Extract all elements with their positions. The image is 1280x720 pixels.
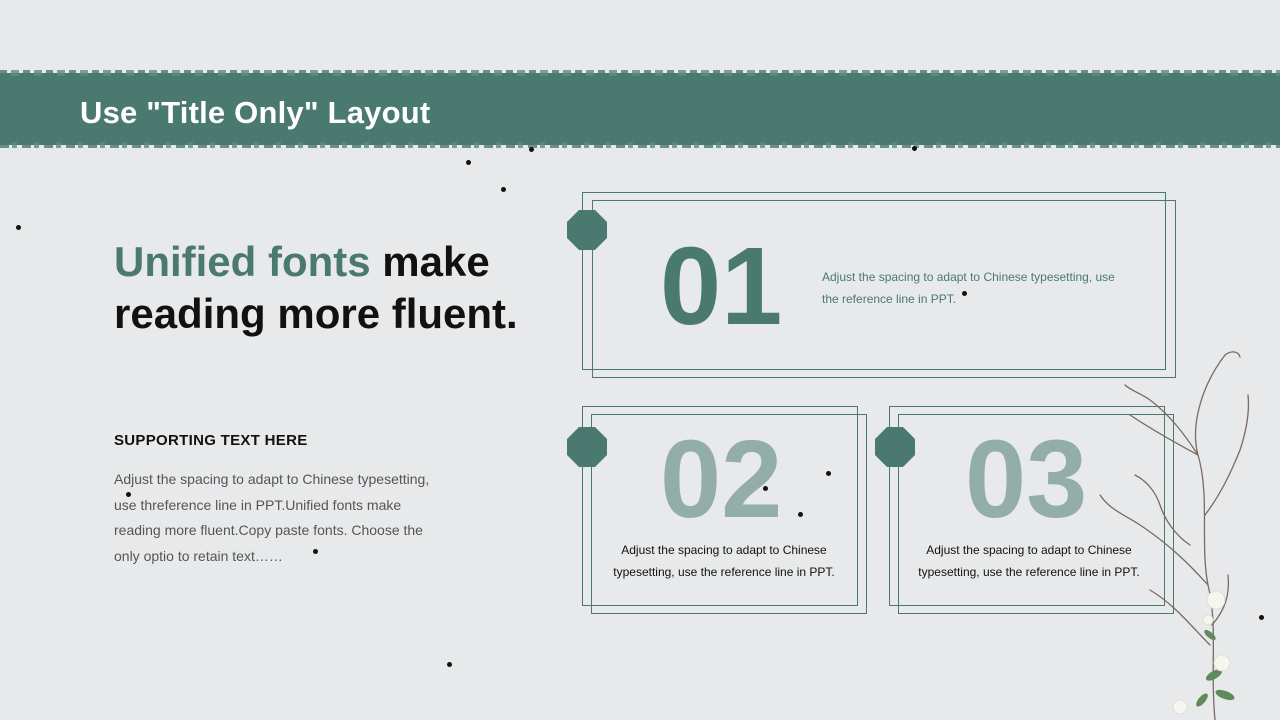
supporting-title: SUPPORTING TEXT HERE (114, 432, 308, 449)
dot (16, 225, 21, 230)
dot (912, 146, 917, 151)
dot (798, 512, 803, 517)
dot (501, 187, 506, 192)
dot (962, 291, 967, 296)
title-banner: Use "Title Only" Layout (0, 70, 1280, 148)
dot (529, 147, 534, 152)
headline: Unified fonts make reading more fluent. (114, 236, 518, 340)
headline-line2: reading more fluent. (114, 290, 518, 337)
card-02-octagon-icon (567, 427, 607, 467)
card-01-number: 01 (660, 225, 783, 348)
card-03-number: 03 (965, 418, 1088, 541)
dot (763, 486, 768, 491)
card-01-octagon-icon (567, 210, 607, 250)
dot (466, 160, 471, 165)
card-03-octagon-icon (875, 427, 915, 467)
slide-title: Use "Title Only" Layout (80, 95, 431, 130)
headline-accent: Unified fonts (114, 238, 371, 285)
card-02-text: Adjust the spacing to adapt to Chinese t… (613, 543, 835, 579)
dot (826, 471, 831, 476)
card-02-number: 02 (660, 418, 783, 541)
dot (313, 549, 318, 554)
dot (126, 492, 131, 497)
headline-rest: make (370, 238, 490, 285)
supporting-body: Adjust the spacing to adapt to Chinese t… (114, 471, 430, 564)
branch-flower-icon (1099, 351, 1250, 720)
dot (447, 662, 452, 667)
card-01-text: Adjust the spacing to adapt to Chinese t… (822, 270, 1115, 306)
